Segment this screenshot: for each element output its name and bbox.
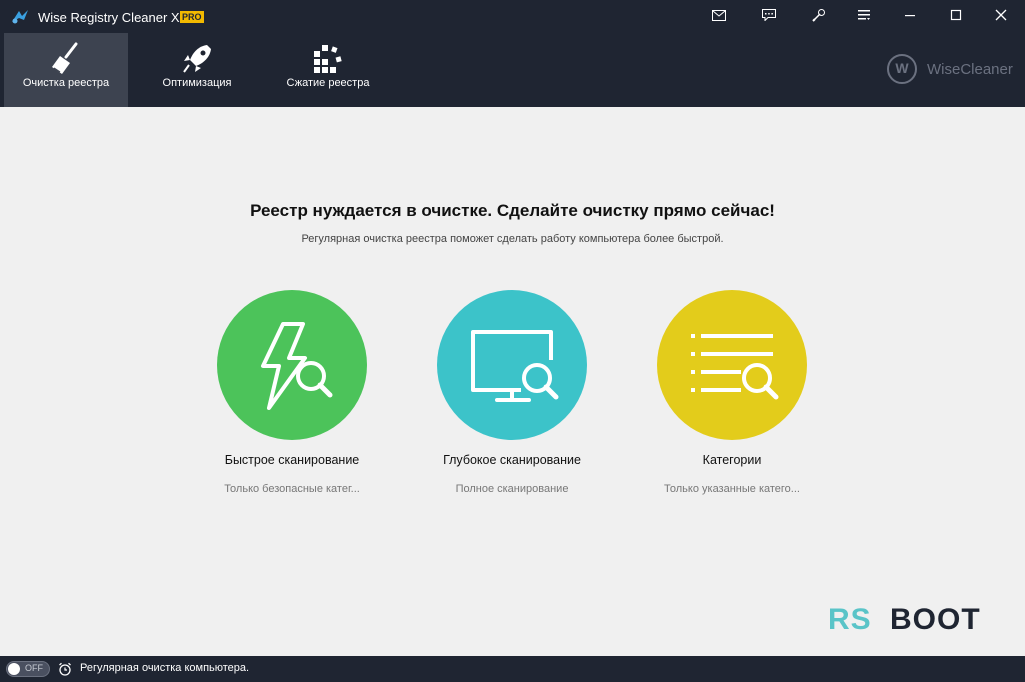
tab-label: Очистка реестра [22,77,110,89]
categories-button[interactable] [657,290,807,440]
tab-label: Оптимизация [162,77,232,89]
rsboot-watermark: RS BOOT [828,603,1008,636]
app-logo-icon [12,10,28,24]
close-icon [995,9,1007,21]
tab-label: Сжатие реестра [286,77,370,89]
scan-description: Полное сканирование [455,483,569,495]
watermark-rs: RS [828,603,872,636]
scheduled-clean-toggle[interactable]: OFF [6,661,50,677]
scan-description: Только безопасные катег... [224,483,360,495]
minimize-button[interactable] [896,4,924,26]
theme-button[interactable] [805,4,833,26]
mail-icon [712,9,726,21]
mail-button[interactable] [705,4,733,26]
title-bar: Wise Registry Cleaner X PRO Очистка реес… [0,0,1025,107]
menu-button[interactable] [850,4,878,26]
wisecleaner-logo-icon: W [887,54,917,84]
toggle-knob [8,663,20,675]
minimize-icon [905,15,915,17]
monitor-search-icon [471,330,559,402]
app-title: Wise Registry Cleaner X [38,10,180,25]
status-text: Регулярная очистка компьютера. [80,662,250,674]
close-button[interactable] [987,4,1015,26]
rocket-icon [183,45,211,73]
maximize-button[interactable] [942,4,970,26]
tab-registry-defrag[interactable]: Сжатие реестра [266,33,390,107]
deep-scan-button[interactable] [437,290,587,440]
alarm-clock-icon [59,662,71,676]
feedback-icon [762,9,776,21]
page-subline: Регулярная очистка реестра поможет сдела… [301,233,724,245]
watermark-boot: BOOT [890,603,981,636]
broom-icon [52,42,78,74]
pro-badge: PRO [180,11,204,23]
categories-card[interactable]: Категории Только указанные катего... [622,290,842,510]
feedback-button[interactable] [755,4,783,26]
theme-icon [812,9,825,22]
tab-registry-cleaner[interactable]: Очистка реестра [4,33,128,107]
maximize-icon [950,9,962,21]
tab-optimization[interactable]: Оптимизация [135,33,259,107]
brand-name: WiseCleaner [927,61,1013,78]
scan-title: Категории [702,453,762,467]
toggle-label: OFF [25,663,43,673]
list-search-icon [691,334,779,400]
scan-description: Только указанные катего... [664,483,800,495]
page-headline: Реестр нуждается в очистке. Сделайте очи… [250,201,775,220]
lightning-search-icon [261,322,333,410]
status-bar: OFF Регулярная очистка компьютера. [0,656,1025,682]
scan-title: Глубокое сканирование [443,453,581,467]
scan-title: Быстрое сканирование [224,453,360,467]
menu-icon [858,10,870,20]
wisecleaner-brand[interactable]: W WiseCleaner [887,54,1022,84]
quick-scan-card[interactable]: Быстрое сканирование Только безопасные к… [182,290,402,510]
deep-scan-card[interactable]: Глубокое сканирование Полное сканировани… [402,290,622,510]
quick-scan-button[interactable] [217,290,367,440]
blocks-icon [314,45,342,73]
